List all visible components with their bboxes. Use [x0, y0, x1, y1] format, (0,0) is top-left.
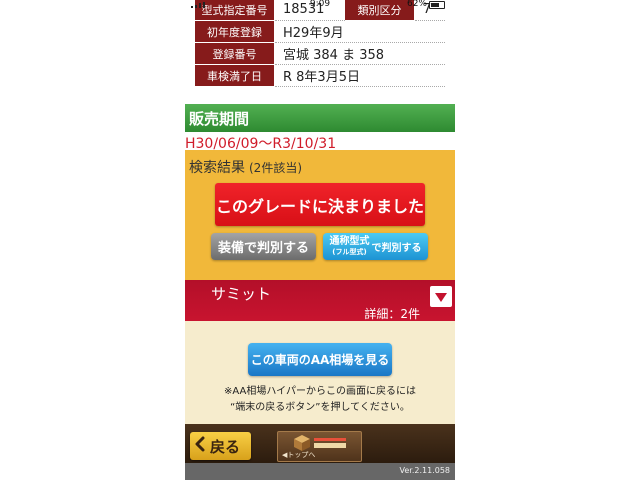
identify-by-equipment-button[interactable]: 装備で判別する: [211, 233, 316, 260]
info-row-inspection-expiry: 車検満了日 R 8年3月5日: [195, 65, 445, 87]
grade-detail-count: 詳細：2件: [364, 307, 420, 321]
decide-grade-button[interactable]: このグレードに決まりました: [215, 183, 425, 226]
aa-market-button[interactable]: この車両のAA相場を見る: [248, 343, 392, 376]
model-button-line2: (フル型式): [332, 247, 367, 256]
identify-by-model-button[interactable]: 通称型式 (フル型式) で判別する: [323, 233, 428, 260]
aa-note-line1: ※AA相場ハイパーからこの画面に戻るには: [224, 386, 416, 397]
info-value: 宮城 384 ま 358: [275, 43, 445, 65]
info-label: 車検満了日: [195, 65, 275, 87]
app-screen: 9:09 62% 型式指定番号 18531 類別区分 7 初年度登録 H29年9…: [185, 0, 455, 480]
back-arrow-icon: [194, 436, 206, 456]
info-value: R 8年3月5日: [275, 65, 445, 87]
search-results-section: 検索結果 (2件該当) このグレードに決まりました 装備で判別する 通称型式 (フ…: [185, 150, 455, 280]
battery-percent: 62%: [406, 0, 427, 9]
bottom-nav: 戻る ◀トップへ: [185, 424, 455, 463]
sales-period-heading: 販売期間: [185, 104, 455, 132]
results-title-text: 検索結果: [189, 160, 245, 176]
version-footer: Ver.2.11.058: [185, 463, 455, 480]
info-label: 登録番号: [195, 43, 275, 65]
info-value: H29年9月: [275, 21, 445, 43]
grade-list-item[interactable]: サミット 詳細：2件: [185, 280, 455, 321]
aa-section: この車両のAA相場を見る ※AA相場ハイパーからこの画面に戻るには “端末の戻る…: [185, 321, 455, 424]
info-row-first-registration: 初年度登録 H29年9月: [195, 21, 445, 43]
status-bar: 9:09 62%: [185, 0, 455, 10]
model-button-stack: 通称型式 (フル型式): [329, 235, 370, 257]
model-button-line1: 通称型式: [329, 235, 370, 247]
battery-icon: [429, 1, 445, 9]
info-row-registration-number: 登録番号 宮城 384 ま 358: [195, 43, 445, 65]
model-button-suffix: で判別する: [371, 243, 422, 254]
chevron-down-icon[interactable]: [430, 286, 452, 307]
back-label: 戻る: [210, 437, 241, 456]
results-count: (2件該当): [249, 161, 302, 175]
back-button[interactable]: 戻る: [190, 432, 251, 460]
info-label: 初年度登録: [195, 21, 275, 43]
results-title: 検索結果 (2件該当): [189, 157, 302, 177]
version-text: Ver.2.11.058: [399, 466, 451, 475]
top-page-button[interactable]: ◀トップへ: [277, 431, 362, 462]
grade-name: サミット: [211, 285, 272, 303]
top-page-label: ◀トップへ: [282, 451, 316, 459]
aa-note-line2: “端末の戻るボタン”を押してください。: [230, 402, 410, 413]
